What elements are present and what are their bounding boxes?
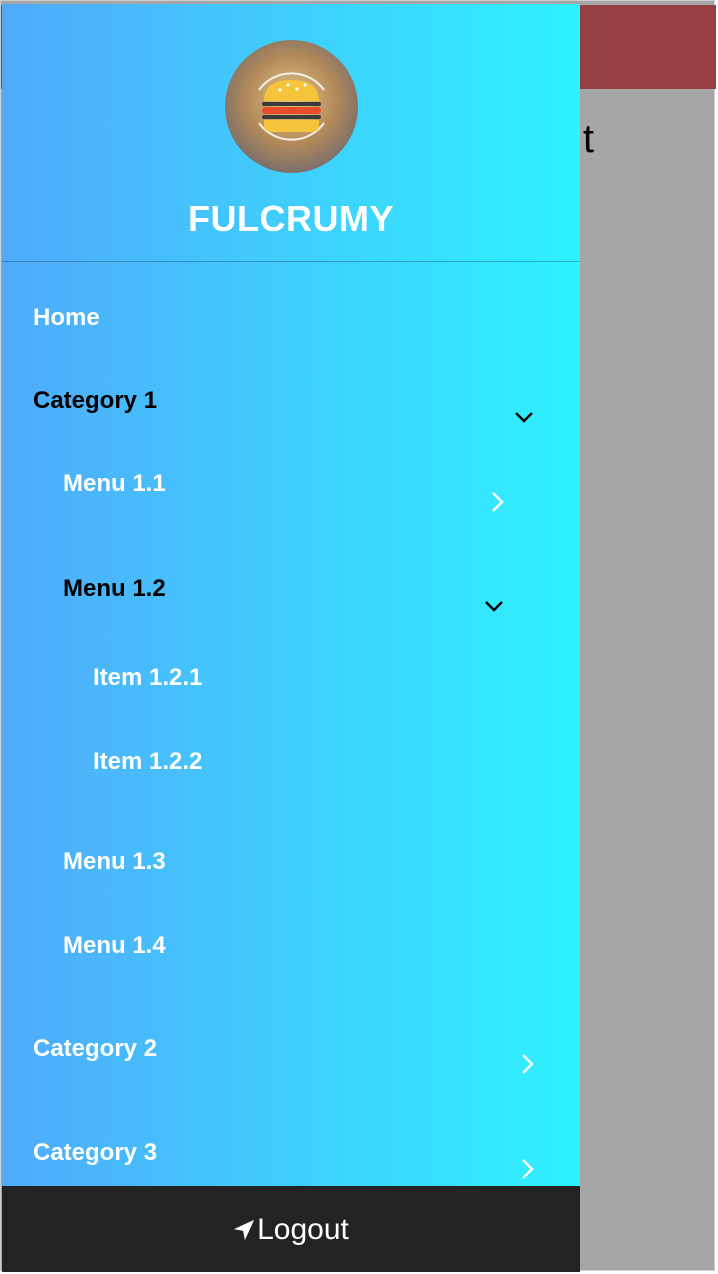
- drawer-footer: Logout: [2, 1186, 580, 1272]
- nav-item-category-2[interactable]: Category 2: [2, 1035, 580, 1095]
- nav-item-label: Item 1.2.1: [93, 664, 203, 691]
- burger-icon: [258, 72, 325, 141]
- nav-item-category-1[interactable]: Category 1: [2, 387, 580, 447]
- nav-item-menu-1-3[interactable]: Menu 1.3: [2, 848, 580, 908]
- navigation-drawer: FULCRUMY Home Category 1 Menu 1.1 Menu 1…: [2, 4, 580, 1272]
- nav-item-item-1-2-1[interactable]: Item 1.2.1: [2, 664, 580, 724]
- chevron-right-icon[interactable]: [485, 490, 509, 514]
- nav-item-menu-1-1[interactable]: Menu 1.1: [2, 470, 580, 530]
- nav-item-label: Category 1: [33, 387, 158, 414]
- nav-item-label: Item 1.2.2: [93, 748, 203, 775]
- chevron-down-icon[interactable]: [482, 594, 506, 618]
- nav-item-label: Home: [33, 304, 100, 331]
- logout-button[interactable]: Logout: [2, 1213, 580, 1247]
- nav-item-item-1-2-2[interactable]: Item 1.2.2: [2, 748, 580, 808]
- nav-item-menu-1-2[interactable]: Menu 1.2: [2, 575, 580, 635]
- nav-item-label: Menu 1.4: [63, 932, 166, 959]
- nav-item-menu-1-4[interactable]: Menu 1.4: [2, 932, 580, 992]
- nav-item-label: Menu 1.3: [63, 848, 166, 875]
- nav-item-label: Menu 1.1: [63, 470, 166, 497]
- avatar[interactable]: [225, 40, 358, 173]
- chevron-right-icon[interactable]: [515, 1157, 539, 1181]
- brand-name: FULCRUMY: [188, 198, 394, 239]
- logout-label: Logout: [257, 1213, 349, 1246]
- send-icon: [234, 1219, 255, 1241]
- nav-item-label: Menu 1.2: [63, 575, 166, 602]
- nav-item-label: Category 3: [33, 1139, 158, 1166]
- nav-item-home[interactable]: Home: [2, 304, 580, 364]
- chevron-down-icon[interactable]: [512, 405, 536, 429]
- nav-item-label: Category 2: [33, 1035, 158, 1062]
- chevron-right-icon[interactable]: [515, 1052, 539, 1076]
- drawer-header: FULCRUMY: [2, 4, 580, 262]
